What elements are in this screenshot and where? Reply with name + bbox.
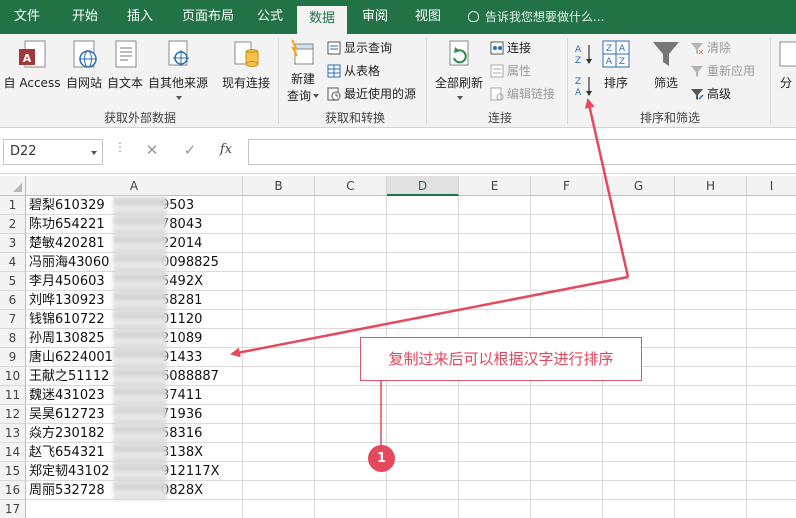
annotation-arrows <box>230 98 630 445</box>
step-badge: 1 <box>368 445 395 472</box>
arrow-to-sort-button <box>584 98 630 278</box>
annotation-callout: 复制过来后可以根据汉字进行排序 <box>360 337 642 381</box>
